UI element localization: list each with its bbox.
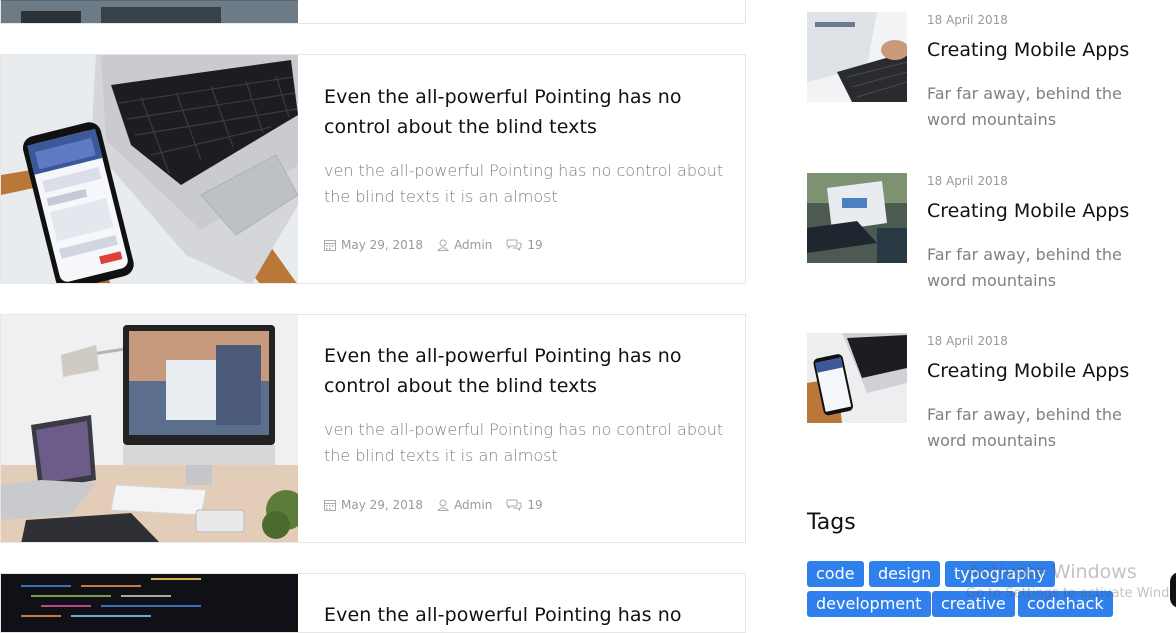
post-comments[interactable]: 19 <box>506 498 543 512</box>
recent-post-desc: Far far away, behind the word mountains <box>927 84 1122 129</box>
activate-windows-title: Activate Windows <box>968 561 1137 583</box>
tag-development[interactable]: development <box>807 591 931 617</box>
recent-post[interactable]: 18 April 2018 Creating Mobile Apps Far f… <box>807 12 1137 132</box>
post-card-partial-top <box>0 0 746 24</box>
recent-post-title[interactable]: Creating Mobile Apps <box>927 200 1129 222</box>
post-comments-count: 19 <box>527 238 543 252</box>
post-date-label: May 29, 2018 <box>341 498 424 512</box>
post-excerpt: ven the all-powerful Pointing has no con… <box>324 161 724 206</box>
post-thumbnail[interactable] <box>1 574 298 632</box>
recent-post-desc: Far far away, behind the word mountains <box>927 405 1122 450</box>
activate-windows-hint: Go to Settings to activate Windows. <box>966 586 1176 601</box>
post-title[interactable]: Even the all-powerful Pointing has no <box>324 600 725 630</box>
post-card: Even the all-powerful Pointing has no co… <box>0 314 746 543</box>
post-date-label: May 29, 2018 <box>341 238 424 252</box>
post-title[interactable]: Even the all-powerful Pointing has no co… <box>324 341 725 401</box>
recent-post-thumbnail[interactable] <box>807 12 907 102</box>
post-author-label: Admin <box>454 238 493 252</box>
recent-post[interactable]: 18 April 2018 Creating Mobile Apps Far f… <box>807 333 1137 453</box>
user-icon <box>437 499 450 511</box>
user-icon <box>437 239 450 251</box>
recent-post-date: 18 April 2018 <box>927 174 1008 188</box>
post-title[interactable]: Even the all-powerful Pointing has no co… <box>324 82 725 142</box>
post-author[interactable]: Admin <box>437 238 492 252</box>
calendar-icon <box>324 240 336 251</box>
post-comments-count: 19 <box>527 498 543 512</box>
calendar-icon <box>324 500 336 511</box>
post-card-partial-bottom: Even the all-powerful Pointing has no <box>0 573 746 633</box>
post-excerpt: ven the all-powerful Pointing has no con… <box>324 420 724 465</box>
chat-icon <box>506 499 522 511</box>
tags-heading: Tags <box>807 510 856 535</box>
post-author[interactable]: Admin <box>437 498 492 512</box>
post-comments[interactable]: 19 <box>506 238 543 252</box>
post-author-label: Admin <box>454 498 493 512</box>
recent-post-title[interactable]: Creating Mobile Apps <box>927 39 1129 61</box>
recent-post-date: 18 April 2018 <box>927 13 1008 27</box>
recent-post-thumbnail[interactable] <box>807 333 907 423</box>
post-card: Even the all-powerful Pointing has no co… <box>0 54 746 284</box>
tag-code[interactable]: code <box>807 561 864 587</box>
post-thumbnail[interactable] <box>1 315 298 542</box>
recent-post-date: 18 April 2018 <box>927 334 1008 348</box>
tag-design[interactable]: design <box>869 561 941 587</box>
post-meta: May 29, 2018 Admin 19 <box>324 238 543 252</box>
post-thumbnail[interactable] <box>1 55 298 283</box>
chat-icon <box>506 239 522 251</box>
post-thumbnail[interactable] <box>1 0 298 23</box>
recent-post-thumbnail[interactable] <box>807 173 907 263</box>
post-meta: May 29, 2018 Admin 19 <box>324 498 543 512</box>
recent-post[interactable]: 18 April 2018 Creating Mobile Apps Far f… <box>807 173 1137 293</box>
chat-widget-button[interactable] <box>1170 572 1176 608</box>
post-date[interactable]: May 29, 2018 <box>324 498 423 512</box>
post-date[interactable]: May 29, 2018 <box>324 238 423 252</box>
recent-post-desc: Far far away, behind the word mountains <box>927 245 1122 290</box>
recent-post-title[interactable]: Creating Mobile Apps <box>927 360 1129 382</box>
